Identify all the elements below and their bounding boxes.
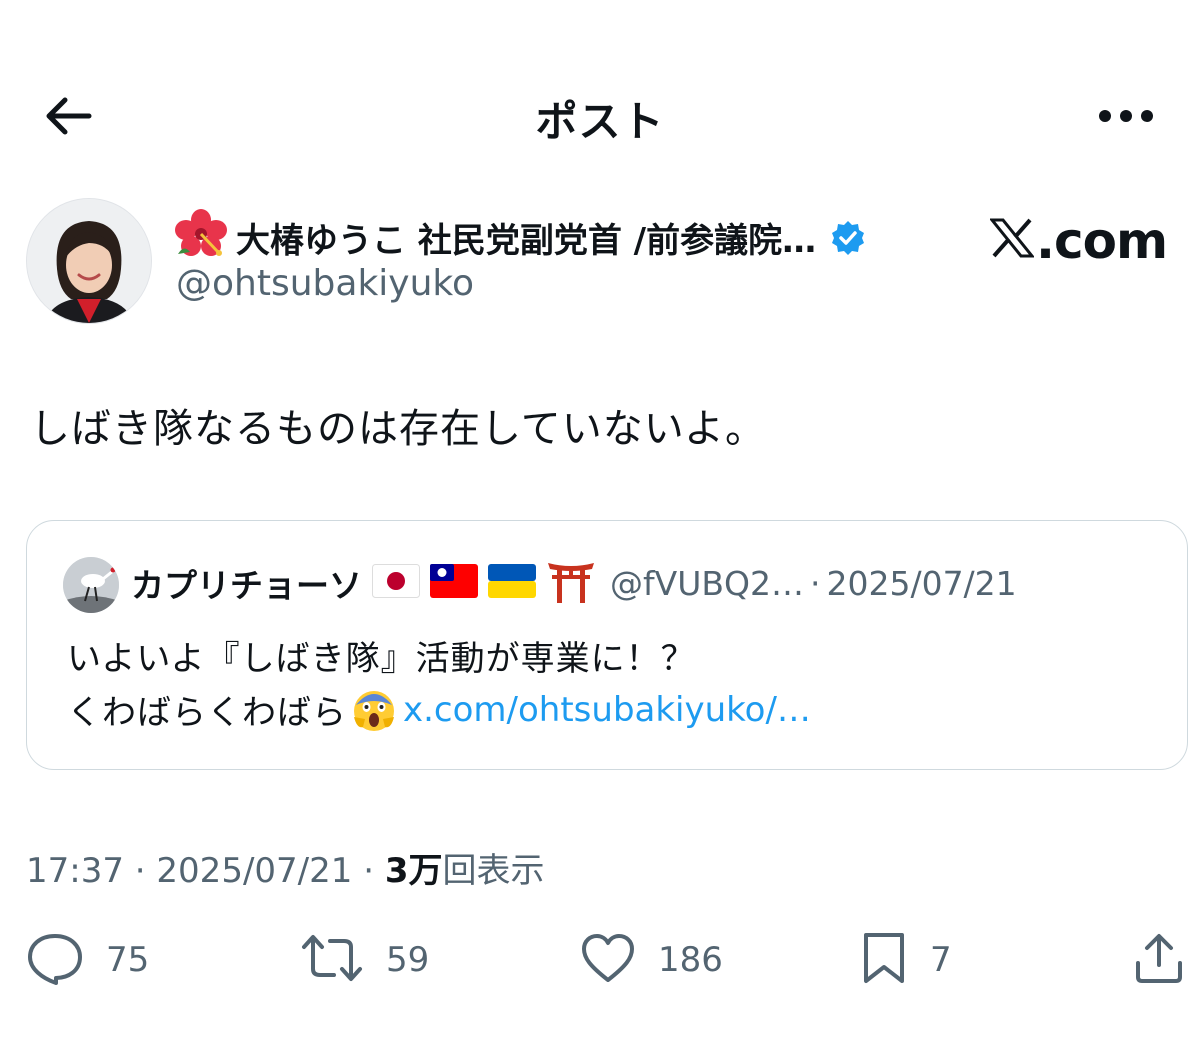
reply-icon: [26, 931, 84, 989]
quote-link[interactable]: x.com/ohtsubakiyuko/…: [403, 690, 811, 730]
tweet-text: しばき隊なるものは存在していないよ。: [30, 406, 766, 452]
retweet-icon: [300, 931, 364, 989]
quoted-tweet-card[interactable]: カプリチョーソ @fVUBQ2… · 2025/07/21 いよいよ『しばき隊』…: [26, 520, 1188, 770]
x-com-watermark: .com: [990, 212, 1168, 270]
torii-icon: [546, 559, 596, 607]
watermark-text: .com: [1036, 212, 1168, 270]
share-button[interactable]: [1132, 930, 1186, 990]
bookmark-count: 7: [930, 940, 952, 980]
like-count: 186: [658, 940, 723, 980]
quote-author-name: カプリチョーソ: [131, 566, 362, 605]
more-horizontal-icon: [1099, 110, 1153, 122]
heart-icon: [580, 932, 636, 988]
hibiscus-icon: [174, 208, 228, 267]
quote-author-avatar: [63, 557, 119, 613]
quote-text-line1: いよいよ『しばき隊』活動が専業に！？: [67, 639, 696, 679]
ukraine-flag-icon: [488, 564, 536, 602]
author-avatar[interactable]: [26, 198, 152, 324]
page-title: ポスト: [535, 97, 665, 146]
tweet-date[interactable]: 2025/07/21: [156, 851, 352, 891]
views-count: 3万: [384, 851, 443, 891]
share-icon: [1132, 931, 1186, 989]
meta-separator: ·: [134, 851, 146, 891]
tweet-meta: 17:37 · 2025/07/21 · 3万回表示: [26, 843, 545, 892]
reply-button[interactable]: 75: [26, 930, 149, 990]
bookmark-icon: [860, 931, 908, 989]
screaming-face-icon: [351, 687, 397, 733]
author-name-row[interactable]: 大椿ゆうこ 社民党副党首 /前参議院…: [174, 208, 866, 267]
reply-count: 75: [106, 940, 150, 980]
author-name: 大椿ゆうこ 社民党副党首 /前参議院…: [236, 221, 817, 261]
quote-date: 2025/07/21: [826, 563, 1017, 603]
more-options-button[interactable]: [1092, 96, 1160, 136]
japan-flag-icon: [372, 564, 420, 602]
like-button[interactable]: 186: [580, 930, 723, 990]
meta-separator: ·: [363, 851, 375, 891]
quote-header: カプリチョーソ @fVUBQ2… · 2025/07/21: [131, 559, 1017, 607]
quote-author-handle: @fVUBQ2…: [610, 563, 804, 603]
x-logo-icon: [990, 218, 1034, 258]
bookmark-button[interactable]: 7: [860, 930, 952, 990]
retweet-button[interactable]: 59: [300, 930, 429, 990]
retweet-count: 59: [386, 940, 430, 980]
views-label: 回表示: [442, 851, 545, 891]
author-handle[interactable]: @ohtsubakiyuko: [176, 263, 474, 304]
quote-text-line2: くわばらくわばら x.com/ohtsubakiyuko/…: [67, 685, 811, 734]
quote-separator: ·: [809, 563, 821, 603]
tweet-time[interactable]: 17:37: [26, 851, 124, 891]
quote-text-line2-text: くわばらくわばら: [67, 693, 347, 733]
verified-badge-icon: [830, 220, 866, 256]
avatar-portrait: [27, 199, 151, 323]
taiwan-flag-icon: [430, 564, 478, 602]
